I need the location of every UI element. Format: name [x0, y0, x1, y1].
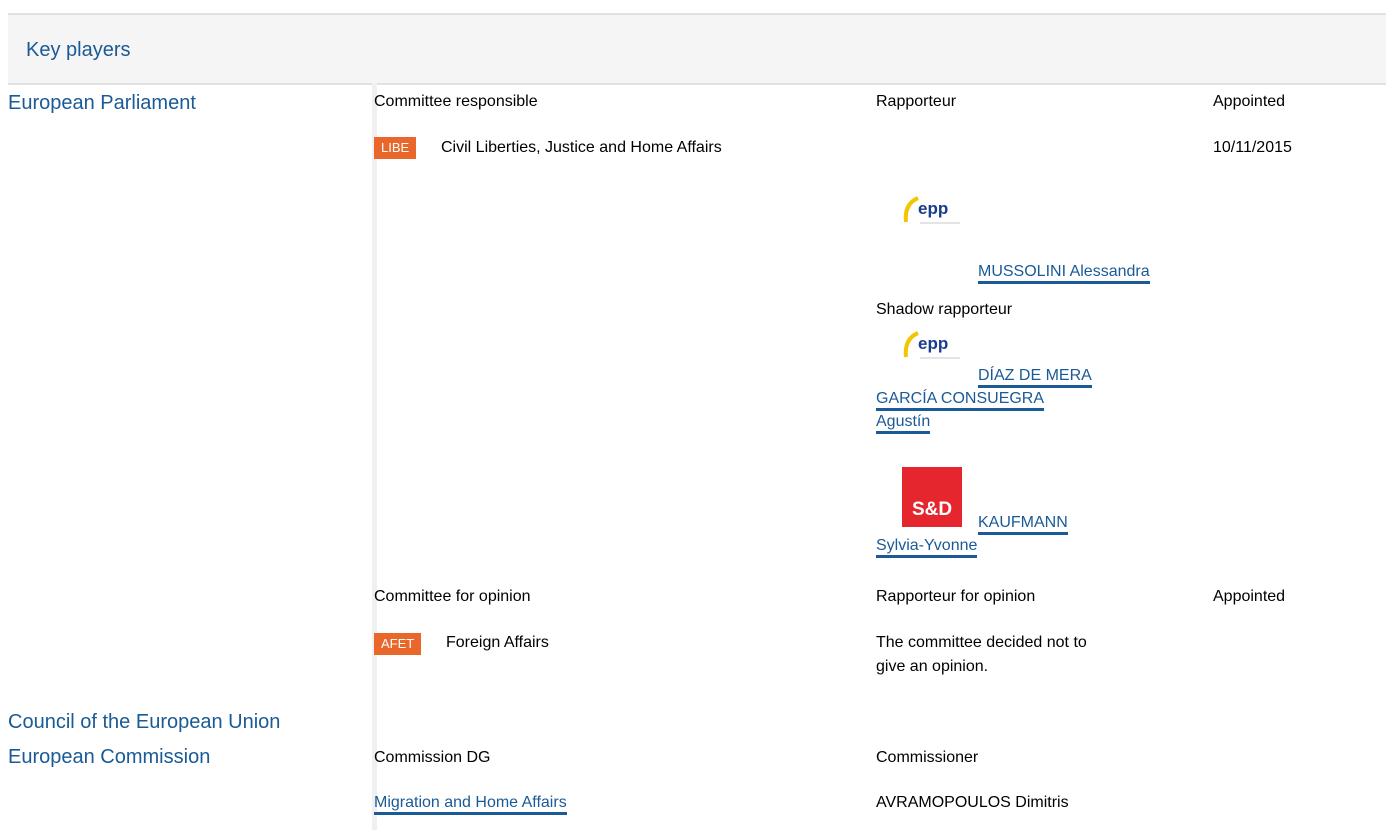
shadow-rapporteur-link-kaufmann[interactable]: KAUFMANN Sylvia-Yvonne [876, 511, 1176, 558]
section-title: Key players [26, 39, 131, 61]
committee-opinion-label: Committee for opinion [374, 588, 531, 605]
institution-european-parliament[interactable]: European Parliament [8, 92, 196, 115]
committee-responsible-label: Committee responsible [374, 93, 538, 110]
appointed-label: Appointed [1213, 93, 1286, 110]
opinion-note-line-2: give an opinion. [876, 658, 989, 675]
institution-european-commission[interactable]: European Commission [8, 746, 210, 769]
committee-name-afet: Foreign Affairs [446, 634, 549, 651]
appointed-opinion-label: Appointed [1213, 588, 1286, 605]
rapporteur-link[interactable]: MUSSOLINI Alessandra [978, 260, 1150, 284]
commission-dg-label: Commission DG [374, 749, 491, 766]
svg-text:epp: epp [918, 199, 948, 218]
shadow-rapporteur-label: Shadow rapporteur [876, 301, 1013, 318]
epp-logo-icon: epp [903, 196, 960, 224]
svg-text:epp: epp [918, 334, 948, 353]
committee-name-libe: Civil Liberties, Justice and Home Affair… [441, 139, 722, 156]
opinion-note-line-1: The committee decided not to [876, 634, 1087, 651]
rapporteur-opinion-label: Rapporteur for opinion [876, 588, 1036, 605]
committee-badge-libe: LIBE [374, 137, 417, 159]
institution-council[interactable]: Council of the European Union [8, 711, 280, 734]
shadow-rapporteur-link-diaz[interactable]: DÍAZ DE MERA GARCÍA CONSUEGRA Agustín [876, 364, 1176, 434]
appointed-date: 10/11/2015 [1213, 139, 1292, 156]
commission-dg-link[interactable]: Migration and Home Affairs [374, 794, 567, 815]
key-players-header: Key players [8, 13, 1386, 85]
commissioner-label: Commissioner [876, 749, 979, 766]
committee-badge-afet: AFET [374, 633, 422, 655]
commissioner-name: AVRAMOPOULOS Dimitris [876, 794, 1069, 811]
column-divider [372, 83, 377, 830]
rapporteur-label: Rapporteur [876, 93, 957, 110]
